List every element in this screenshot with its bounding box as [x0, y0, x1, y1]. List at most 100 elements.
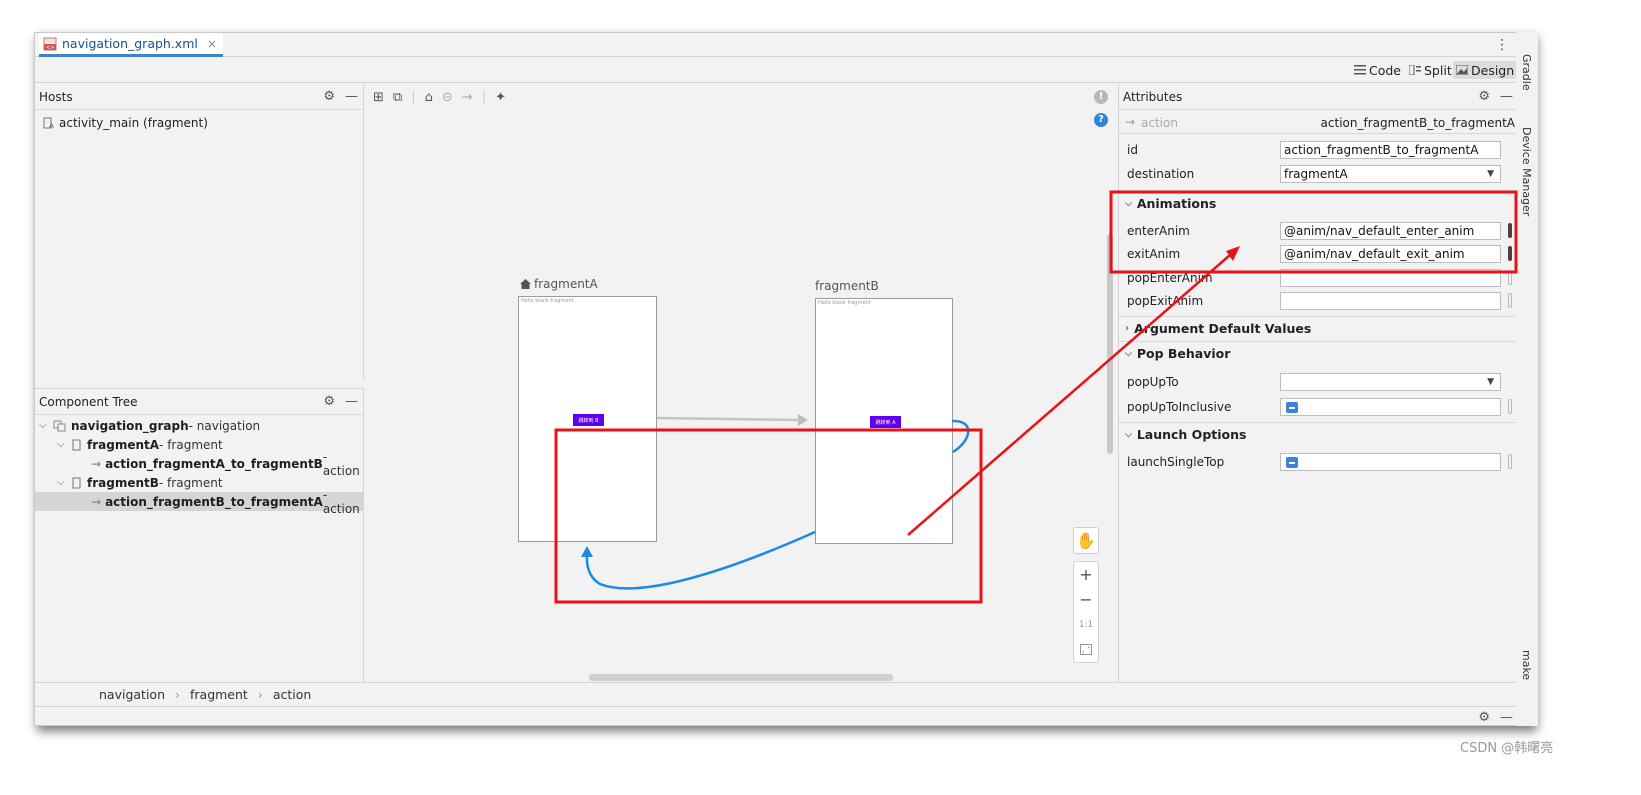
gear-icon[interactable]: ⚙: [323, 394, 335, 409]
attr-popUpTo-row: popUpTo ▼: [1119, 371, 1519, 394]
close-icon[interactable]: ×: [207, 37, 217, 51]
attr-id-row: id action_fragmentB_to_fragmentA: [1119, 139, 1519, 162]
section-animations-title: Animations: [1136, 196, 1217, 211]
fragmentA-button: 跳转到 B: [573, 414, 604, 426]
attr-popExitAnim-input[interactable]: [1280, 292, 1501, 310]
design-view-button[interactable]: Design: [1453, 61, 1518, 79]
fragmentB-screen[interactable]: Hello blank fragment 跳转到 A: [815, 298, 953, 544]
attr-launchSingleTop-toggle[interactable]: [1280, 453, 1501, 471]
attr-popUpToInclusive-toggle[interactable]: [1280, 398, 1501, 416]
pan-tool[interactable]: ✋: [1073, 527, 1099, 554]
chevron-down-icon[interactable]: ⌵: [57, 477, 71, 488]
tree-row-name: navigation_graph: [71, 418, 189, 433]
chevron-down-icon: ⌵: [1125, 198, 1132, 209]
split-view-button[interactable]: Split: [1406, 61, 1455, 79]
more-options-icon[interactable]: ⋮: [1495, 37, 1509, 53]
tree-row-fragmentB[interactable]: ⌵ fragmentB - fragment: [35, 473, 364, 492]
minimize-icon[interactable]: —: [345, 89, 358, 104]
make-tool-tab[interactable]: make: [1520, 650, 1533, 680]
element-summary: → action action_fragmentB_to_fragmentA: [1119, 111, 1519, 134]
hosts-title: Hosts: [39, 89, 73, 104]
device-manager-tool-tab[interactable]: Device Manager: [1520, 127, 1533, 216]
minimize-icon[interactable]: —: [1500, 89, 1513, 104]
design-view-label: Design: [1471, 62, 1515, 78]
attr-popExitAnim-row: popExitAnim: [1119, 290, 1519, 313]
breadcrumb-navigation[interactable]: navigation: [99, 687, 165, 702]
home-icon[interactable]: ⌂: [425, 90, 433, 105]
code-view-icon: [1354, 65, 1366, 75]
add-action-icon[interactable]: →: [462, 90, 473, 105]
attr-exitAnim-input[interactable]: @anim/nav_default_exit_anim: [1280, 245, 1501, 263]
editor-tab-bar: <> navigation_graph.xml × ⋮: [35, 33, 1535, 57]
tab-navigation-graph[interactable]: <> navigation_graph.xml ×: [39, 33, 223, 57]
tree-row-action-a-to-b[interactable]: → action_fragmentA_to_fragmentB - action: [35, 450, 364, 478]
auto-arrange-icon[interactable]: ✦: [495, 90, 506, 105]
resource-picker-handle[interactable]: [1508, 293, 1512, 308]
fragment-icon: [72, 439, 81, 450]
arrow-right-icon: →: [1125, 115, 1136, 129]
section-launch-options[interactable]: ⌵ Launch Options: [1119, 422, 1519, 446]
section-animations[interactable]: ⌵ Animations: [1119, 191, 1519, 215]
horizontal-scrollbar[interactable]: [589, 674, 893, 681]
attr-enterAnim-input[interactable]: @anim/nav_default_enter_anim: [1280, 222, 1501, 240]
breadcrumb-separator: ›: [175, 687, 180, 702]
design-view-icon: [1456, 65, 1468, 75]
attr-popEnterAnim-input[interactable]: [1280, 269, 1501, 287]
component-tree-title: Component Tree: [39, 394, 138, 409]
code-view-button[interactable]: Code: [1351, 61, 1404, 79]
zoom-in-button[interactable]: +: [1079, 562, 1092, 587]
vertical-scrollbar[interactable]: [1107, 234, 1113, 454]
attributes-panel: Attributes ⚙ — → action action_fragmentB…: [1118, 84, 1519, 682]
chevron-down-icon[interactable]: ⌵: [39, 420, 53, 431]
resource-picker-handle[interactable]: [1508, 399, 1512, 414]
resource-picker-handle[interactable]: [1508, 246, 1512, 261]
resource-picker-handle[interactable]: [1508, 270, 1512, 285]
resource-picker-handle[interactable]: [1508, 454, 1512, 469]
section-argument-defaults-title: Argument Default Values: [1134, 321, 1312, 336]
tree-row-suffix: - fragment: [159, 437, 223, 452]
view-mode-bar: Code Split Design: [35, 57, 1535, 83]
chevron-down-icon[interactable]: ⌵: [57, 439, 71, 450]
hand-icon[interactable]: ✋: [1076, 528, 1096, 553]
fragmentA-name: fragmentA: [534, 277, 598, 291]
ide-window: <> navigation_graph.xml × ⋮ Code Split D…: [34, 32, 1535, 726]
home-icon: [520, 279, 531, 289]
host-name: activity_main: [59, 115, 140, 130]
gear-icon[interactable]: ⚙: [323, 89, 335, 104]
warning-icon[interactable]: !: [1094, 90, 1108, 104]
attr-popUpTo-select[interactable]: ▼: [1280, 373, 1501, 391]
new-destination-icon[interactable]: ⊞: [373, 90, 384, 105]
fragmentA-label: fragmentA: [519, 277, 598, 291]
tree-row-navigation-graph[interactable]: ⌵ navigation_graph - navigation: [35, 416, 364, 435]
attr-popUpTo-label: popUpTo: [1127, 375, 1179, 389]
gear-icon[interactable]: ⚙: [1478, 89, 1490, 104]
attr-enterAnim-label: enterAnim: [1127, 224, 1190, 238]
dropdown-arrow-icon: ▼: [1487, 169, 1494, 179]
gear-icon[interactable]: ⚙: [1478, 710, 1490, 725]
tree-row-fragmentA[interactable]: ⌵ fragmentA - fragment: [35, 435, 364, 454]
actual-size-button[interactable]: 1:1: [1079, 612, 1093, 637]
resource-picker-handle[interactable]: [1508, 223, 1512, 238]
section-pop-behavior[interactable]: ⌵ Pop Behavior: [1119, 341, 1519, 365]
fragmentA-screen[interactable]: Hello blank fragment 跳转到 B: [518, 296, 657, 542]
section-argument-defaults[interactable]: › Argument Default Values: [1119, 316, 1519, 340]
attr-destination-select[interactable]: fragmentA ▼: [1280, 165, 1501, 183]
minimize-icon[interactable]: —: [345, 394, 358, 409]
minimize-icon[interactable]: —: [1500, 710, 1513, 725]
deep-link-icon[interactable]: ⊝: [442, 90, 453, 105]
breadcrumb-fragment[interactable]: fragment: [190, 687, 248, 702]
breadcrumb-action[interactable]: action: [273, 687, 311, 702]
nested-graph-icon[interactable]: ⧉: [393, 90, 402, 105]
tree-row-action-b-to-a[interactable]: → action_fragmentB_to_fragmentA - action: [35, 488, 364, 516]
svg-text:<>: <>: [46, 45, 54, 51]
attr-id-input[interactable]: action_fragmentB_to_fragmentA: [1280, 141, 1501, 159]
gradle-tool-tab[interactable]: Gradle: [1520, 54, 1533, 91]
toggle-indeterminate-icon: [1286, 457, 1298, 468]
host-item[interactable]: A activity_main (fragment): [35, 113, 364, 132]
fit-screen-icon[interactable]: [1080, 637, 1092, 662]
zoom-out-button[interactable]: −: [1079, 587, 1092, 612]
attr-popUpToInclusive-row: popUpToInclusive: [1119, 396, 1519, 419]
navigation-design-canvas[interactable]: ⊞ ⧉ | ⌂ ⊝ → | ✦ ! ? fragmentA Hello blan…: [365, 84, 1117, 682]
dropdown-arrow-icon: ▼: [1487, 377, 1494, 387]
help-icon[interactable]: ?: [1094, 113, 1108, 127]
